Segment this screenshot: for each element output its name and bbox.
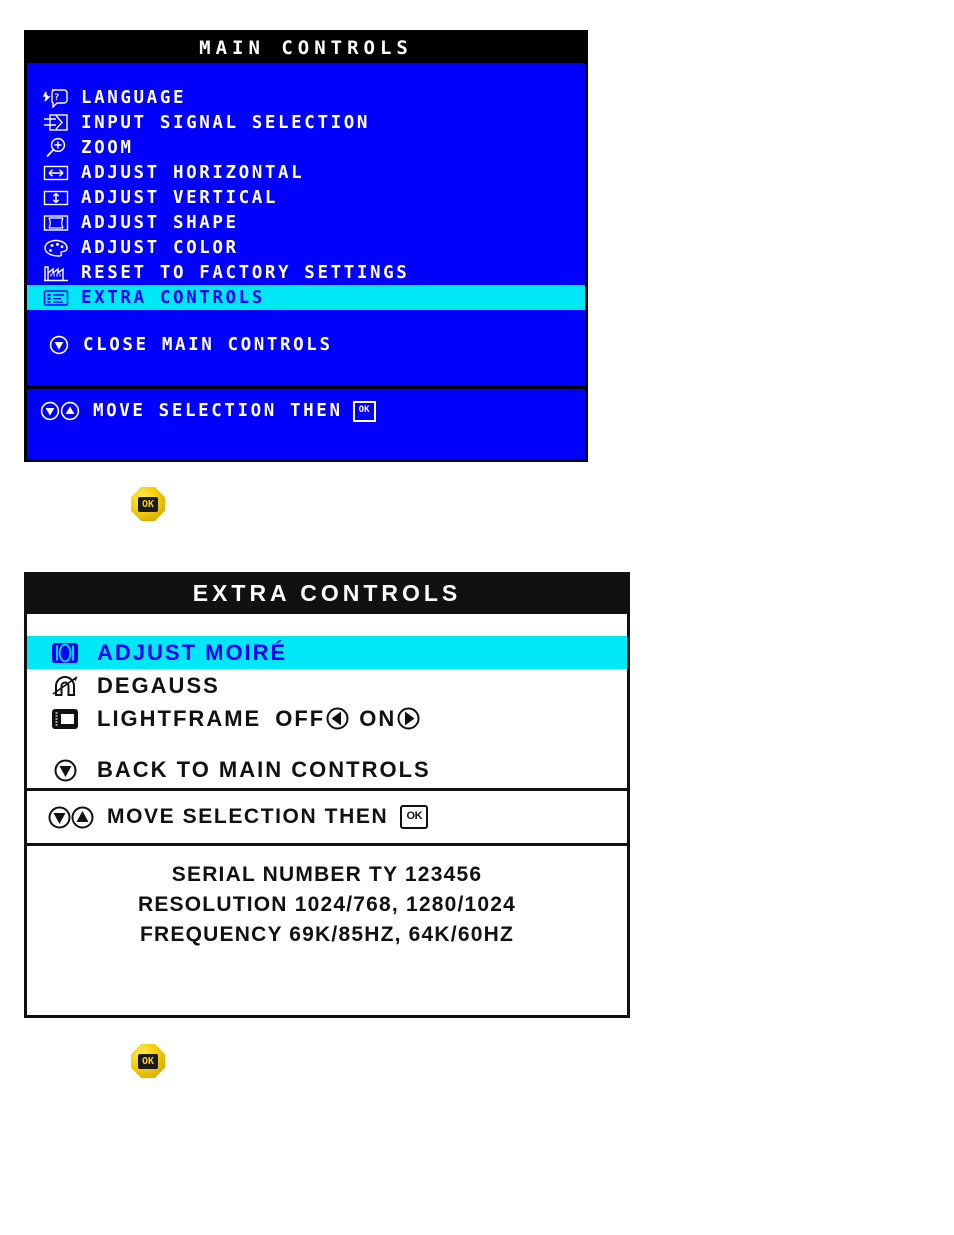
menu-item-reset-to-factory-settings[interactable]: RESET TO FACTORY SETTINGS <box>27 260 585 285</box>
ok-glyph-icon: OK <box>400 805 429 829</box>
resolution-text: RESOLUTION 1024/768, 1280/1024 <box>137 893 517 916</box>
frequency-text: FREQUENCY 69K/85HZ, 64K/60HZ <box>140 923 514 946</box>
serial-number-text: SERIAL NUMBER TY 123456 <box>171 863 483 886</box>
down-arrow-circle-icon <box>49 757 81 783</box>
menu-item-adjust-shape[interactable]: ADJUST SHAPE <box>27 210 585 235</box>
menu-spacer <box>27 310 585 332</box>
menu-item-label: ADJUST MOIRÉ <box>97 639 288 665</box>
up-down-arrow-circles-icon <box>47 804 99 830</box>
left-arrow-circle-icon[interactable] <box>326 707 349 730</box>
menu-item-adjust-color[interactable]: ADJUST COLOR <box>27 235 585 260</box>
degauss-icon <box>49 673 81 699</box>
adjust-vertical-icon <box>41 187 71 208</box>
extra-controls-osd-panel: EXTRA CONTROLS ADJUST MOIRÉ DEGAUSS LIGH… <box>24 572 630 1018</box>
menu-item-label: ZOOM <box>81 137 134 158</box>
zoom-icon <box>41 137 71 158</box>
menu-item-degauss[interactable]: DEGAUSS <box>27 669 627 702</box>
ok-button[interactable]: OK <box>131 1044 165 1078</box>
menu-item-label: RESET TO FACTORY SETTINGS <box>81 262 410 283</box>
ok-button[interactable]: OK <box>131 487 165 521</box>
ok-glyph-icon: OK <box>352 400 376 422</box>
main-controls-footer-hint: MOVE SELECTION THEN OK <box>27 385 585 433</box>
main-controls-osd-panel: MAIN CONTROLS ? LANGUAGE INPUT SIGNAL SE… <box>24 30 588 462</box>
menu-item-close-main-controls[interactable]: CLOSE MAIN CONTROLS <box>27 332 585 357</box>
lightframe-on-label: ON <box>359 705 397 731</box>
menu-item-label: EXTRA CONTROLS <box>81 287 265 308</box>
monitor-info-block: SERIAL NUMBER TY 123456 RESOLUTION 1024/… <box>27 843 627 956</box>
extra-controls-footer-hint: MOVE SELECTION THEN OK <box>27 788 627 843</box>
down-arrow-circle-icon <box>47 334 71 355</box>
menu-spacer <box>27 735 627 753</box>
menu-item-back-to-main-controls[interactable]: BACK TO MAIN CONTROLS <box>27 753 627 787</box>
menu-item-lightframe[interactable]: LIGHTFRAME OFF ON <box>27 702 627 735</box>
footer-hint-label: MOVE SELECTION THEN <box>107 805 389 828</box>
menu-item-label: CLOSE MAIN CONTROLS <box>83 334 333 355</box>
input-signal-icon <box>41 112 71 133</box>
menu-item-zoom[interactable]: ZOOM <box>27 135 585 160</box>
menu-item-adjust-horizontal[interactable]: ADJUST HORIZONTAL <box>27 160 585 185</box>
extra-controls-menu-list: ADJUST MOIRÉ DEGAUSS LIGHTFRAME OFF ON B… <box>27 612 627 788</box>
up-down-arrow-circles-icon <box>39 401 85 422</box>
moire-icon <box>49 640 81 666</box>
menu-item-label: BACK TO MAIN CONTROLS <box>97 757 431 782</box>
footer-hint-label: MOVE SELECTION THEN <box>93 401 343 421</box>
menu-item-label: INPUT SIGNAL SELECTION <box>81 112 370 133</box>
menu-item-label: ADJUST HORIZONTAL <box>81 162 305 183</box>
menu-item-label: DEGAUSS <box>97 672 220 698</box>
ok-button-label: OK <box>138 1053 158 1069</box>
menu-item-adjust-moire[interactable]: ADJUST MOIRÉ <box>27 636 627 669</box>
extra-controls-title: EXTRA CONTROLS <box>27 575 627 612</box>
menu-item-language[interactable]: ? LANGUAGE <box>27 85 585 110</box>
main-controls-title: MAIN CONTROLS <box>27 33 585 63</box>
main-controls-menu-list: ? LANGUAGE INPUT SIGNAL SELECTION ZOOM A… <box>27 63 585 385</box>
menu-item-label: ADJUST VERTICAL <box>81 187 279 208</box>
menu-item-label: LIGHTFRAME <box>97 705 262 731</box>
extra-controls-icon <box>41 287 71 308</box>
ok-button-label: OK <box>138 496 158 512</box>
menu-item-label: ADJUST COLOR <box>81 237 239 258</box>
adjust-shape-icon <box>41 212 71 233</box>
menu-item-label: ADJUST SHAPE <box>81 212 239 233</box>
adjust-horizontal-icon <box>41 162 71 183</box>
menu-item-input-signal-selection[interactable]: INPUT SIGNAL SELECTION <box>27 110 585 135</box>
svg-text:?: ? <box>54 93 62 103</box>
menu-item-adjust-vertical[interactable]: ADJUST VERTICAL <box>27 185 585 210</box>
lightframe-icon <box>49 706 81 732</box>
menu-item-label: LANGUAGE <box>81 87 187 108</box>
adjust-color-icon <box>41 237 71 258</box>
lightframe-off-label: OFF <box>275 705 326 731</box>
menu-item-extra-controls[interactable]: EXTRA CONTROLS <box>27 285 585 310</box>
right-arrow-circle-icon[interactable] <box>397 707 420 730</box>
language-icon: ? <box>41 87 71 108</box>
factory-reset-icon <box>41 262 71 283</box>
